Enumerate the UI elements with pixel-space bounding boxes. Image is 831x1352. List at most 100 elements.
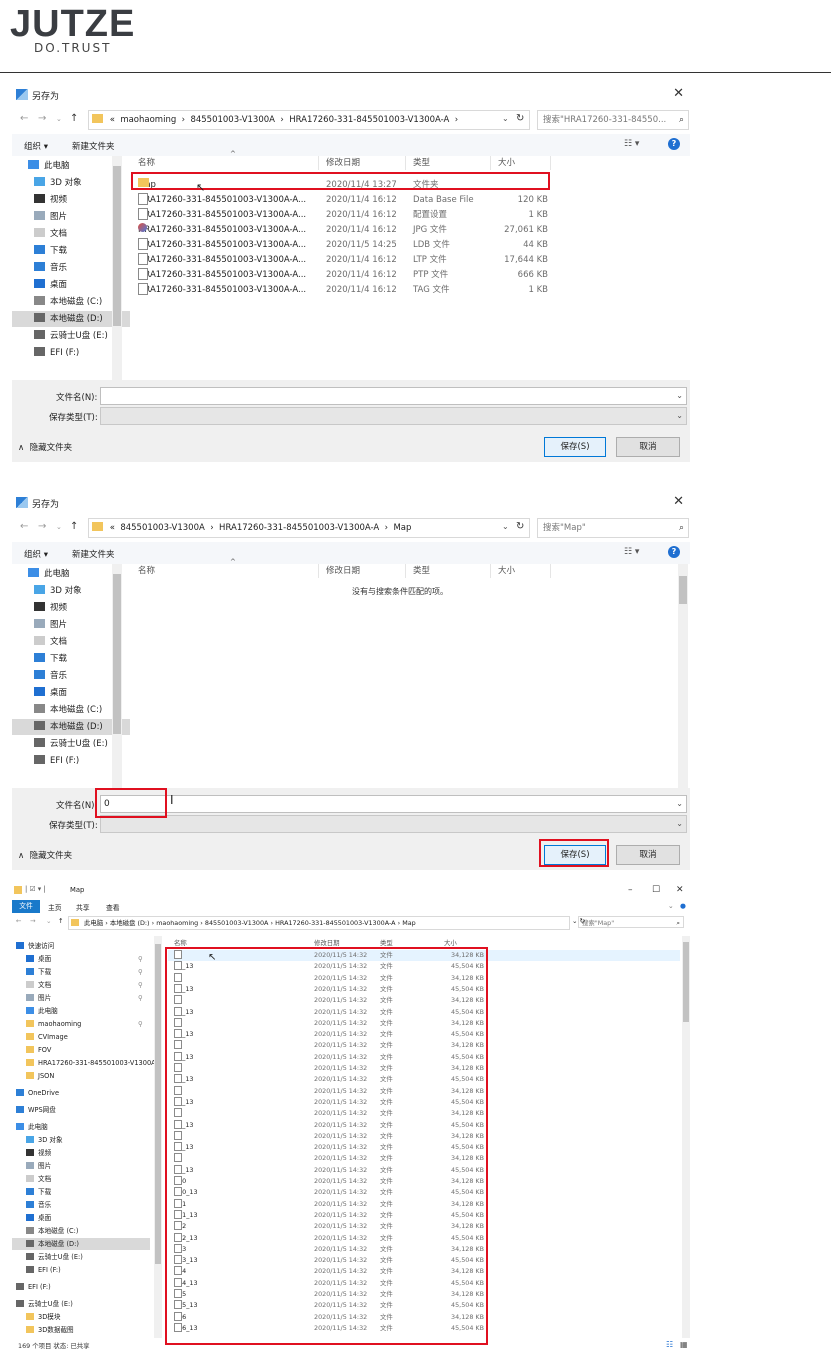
- pin-icon[interactable]: ⚲: [138, 1018, 143, 1030]
- scrollbar-thumb[interactable]: [113, 574, 121, 734]
- nav-documents[interactable]: 文档: [34, 634, 67, 650]
- search-input[interactable]: 搜索"HRA17260-331-84550... ⌕: [537, 110, 689, 130]
- file-row[interactable]: HRA17260-331-845501003-V1300A-A... 2020/1…: [130, 223, 690, 238]
- close-icon[interactable]: ✕: [676, 885, 684, 895]
- back-arrow-icon[interactable]: ←: [16, 917, 22, 925]
- nav-drive-e[interactable]: 云骑士U盘 (E:): [34, 328, 108, 344]
- nav-item[interactable]: 音乐: [26, 1199, 51, 1211]
- close-icon[interactable]: ✕: [673, 86, 684, 101]
- organize-button[interactable]: 组织 ▾: [24, 140, 48, 152]
- column-size[interactable]: 大小: [498, 564, 515, 576]
- save-button[interactable]: 保存(S): [544, 437, 606, 457]
- up-arrow-icon[interactable]: ↑: [70, 521, 78, 532]
- nav-item[interactable]: maohaoming ⚲: [26, 1018, 143, 1030]
- column-type[interactable]: 类型: [380, 938, 393, 947]
- file-row[interactable]: HRA17260-331-845501003-V1300A-A... 2020/1…: [130, 283, 690, 298]
- nav-drive-e[interactable]: 云骑士U盘 (E:): [34, 736, 108, 752]
- nav-item[interactable]: 文档 ⚲: [26, 979, 143, 991]
- view-options-icon[interactable]: ☷ ▾: [624, 547, 639, 557]
- hide-folders-toggle[interactable]: ∧ 隐藏文件夹: [18, 441, 72, 453]
- file-row[interactable]: HRA17260-331-845501003-V1300A-A... 2020/1…: [130, 208, 690, 223]
- refresh-icon[interactable]: ↻: [516, 521, 524, 532]
- nav-documents[interactable]: 文档: [34, 226, 67, 242]
- column-size[interactable]: 大小: [444, 938, 457, 947]
- nav-item[interactable]: 下载 ⚲: [26, 966, 143, 978]
- column-divider[interactable]: [318, 156, 319, 170]
- new-folder-button[interactable]: 新建文件夹: [72, 140, 115, 152]
- nav-music[interactable]: 音乐: [34, 260, 67, 276]
- tab-view[interactable]: 查看: [106, 902, 120, 912]
- nav-item[interactable]: 此电脑: [26, 1005, 58, 1017]
- refresh-icon[interactable]: ↻: [516, 113, 524, 124]
- large-icons-view-icon[interactable]: ▦: [680, 1340, 688, 1349]
- nav-item[interactable]: FOV: [26, 1044, 51, 1056]
- scrollbar-thumb[interactable]: [113, 166, 121, 326]
- chevron-down-icon[interactable]: ⌄: [676, 388, 683, 404]
- cancel-button[interactable]: 取消: [616, 437, 680, 457]
- nav-pictures[interactable]: 图片: [34, 617, 67, 633]
- tab-share[interactable]: 共享: [76, 902, 90, 912]
- address-seg-4[interactable]: HRA17260-331-845501003-V1300A-A: [275, 919, 395, 927]
- column-name[interactable]: 名称: [174, 938, 187, 947]
- nav-drive-c[interactable]: 本地磁盘 (C:): [34, 702, 102, 718]
- nav-this-pc[interactable]: 此电脑: [28, 158, 70, 174]
- address-seg-3[interactable]: Map: [393, 523, 411, 533]
- search-input[interactable]: 搜索"Map" ⌕: [537, 518, 689, 538]
- nav-item[interactable]: 文档: [26, 1173, 51, 1185]
- forward-arrow-icon[interactable]: →: [30, 917, 36, 925]
- cancel-button[interactable]: 取消: [616, 845, 680, 865]
- nav-downloads[interactable]: 下载: [34, 243, 67, 259]
- view-options-icon[interactable]: ☷ ▾: [624, 139, 639, 149]
- nav-item[interactable]: 图片 ⚲: [26, 992, 143, 1004]
- address-seg-0[interactable]: 此电脑: [84, 919, 103, 927]
- nav-desktop[interactable]: 桌面: [34, 685, 67, 701]
- file-row[interactable]: HRA17260-331-845501003-V1300A-A... 2020/1…: [130, 238, 690, 253]
- nav-item[interactable]: 3D模块: [26, 1311, 60, 1323]
- file-row[interactable]: HRA17260-331-845501003-V1300A-A... 2020/1…: [130, 193, 690, 208]
- address-seg-1[interactable]: 本地磁盘 (D:): [110, 919, 150, 927]
- column-type[interactable]: 类型: [413, 564, 430, 576]
- quick-access-toolbar[interactable]: | ☑ ▾ |: [25, 885, 46, 893]
- nav-3d-objects[interactable]: 3D 对象: [34, 583, 82, 599]
- nav-item[interactable]: WPS网盘: [16, 1104, 56, 1116]
- close-icon[interactable]: ✕: [673, 494, 684, 509]
- nav-item[interactable]: 视频: [26, 1147, 51, 1159]
- tab-file[interactable]: 文件: [12, 900, 40, 913]
- column-divider[interactable]: [405, 156, 406, 170]
- nav-item[interactable]: 桌面 ⚲: [26, 953, 143, 965]
- maximize-icon[interactable]: ☐: [652, 885, 660, 895]
- back-arrow-icon[interactable]: ←: [20, 113, 28, 124]
- address-seg-1[interactable]: 845501003-V1300A: [120, 523, 205, 533]
- chevron-down-icon[interactable]: ⌄: [676, 796, 683, 812]
- help-icon[interactable]: ●: [680, 902, 686, 910]
- nav-item[interactable]: 下载: [26, 1186, 51, 1198]
- recent-chevron-icon[interactable]: ⌄: [46, 917, 52, 925]
- nav-item[interactable]: 3D 对象: [26, 1134, 63, 1146]
- nav-item[interactable]: CVImage: [26, 1031, 68, 1043]
- recent-chevron-icon[interactable]: ⌄: [56, 115, 62, 123]
- nav-downloads[interactable]: 下载: [34, 651, 67, 667]
- filename-input[interactable]: 0 ⌄: [100, 795, 687, 813]
- column-name[interactable]: 名称: [138, 564, 155, 576]
- nav-item[interactable]: 云骑士U盘 (E:): [16, 1298, 73, 1310]
- help-icon[interactable]: ?: [668, 546, 680, 558]
- address-bar[interactable]: « 845501003-V1300A › HRA17260-331-845501…: [88, 518, 530, 538]
- nav-3d-objects[interactable]: 3D 对象: [34, 175, 82, 191]
- nav-item[interactable]: 本地磁盘 (C:): [26, 1225, 78, 1237]
- up-arrow-icon[interactable]: ↑: [58, 917, 64, 925]
- file-row[interactable]: HRA17260-331-845501003-V1300A-A... 2020/1…: [130, 253, 690, 268]
- nav-item[interactable]: 3D数据截图: [26, 1324, 74, 1336]
- back-arrow-icon[interactable]: ←: [20, 521, 28, 532]
- nav-item[interactable]: 桌面: [26, 1212, 51, 1224]
- nav-item[interactable]: 云骑士U盘 (E:): [26, 1251, 83, 1263]
- column-divider[interactable]: [490, 564, 491, 578]
- nav-item[interactable]: 图片: [26, 1160, 51, 1172]
- savetype-select[interactable]: ⌄: [100, 407, 687, 425]
- details-view-icon[interactable]: ☷: [666, 1340, 673, 1349]
- pin-icon[interactable]: ⚲: [138, 966, 143, 978]
- nav-item[interactable]: EFI (F:): [26, 1264, 61, 1276]
- nav-item[interactable]: EFI (F:): [16, 1281, 51, 1293]
- nav-item[interactable]: 本地磁盘 (D:): [12, 1238, 150, 1250]
- organize-button[interactable]: 组织 ▾: [24, 548, 48, 560]
- pin-icon[interactable]: ⚲: [138, 953, 143, 965]
